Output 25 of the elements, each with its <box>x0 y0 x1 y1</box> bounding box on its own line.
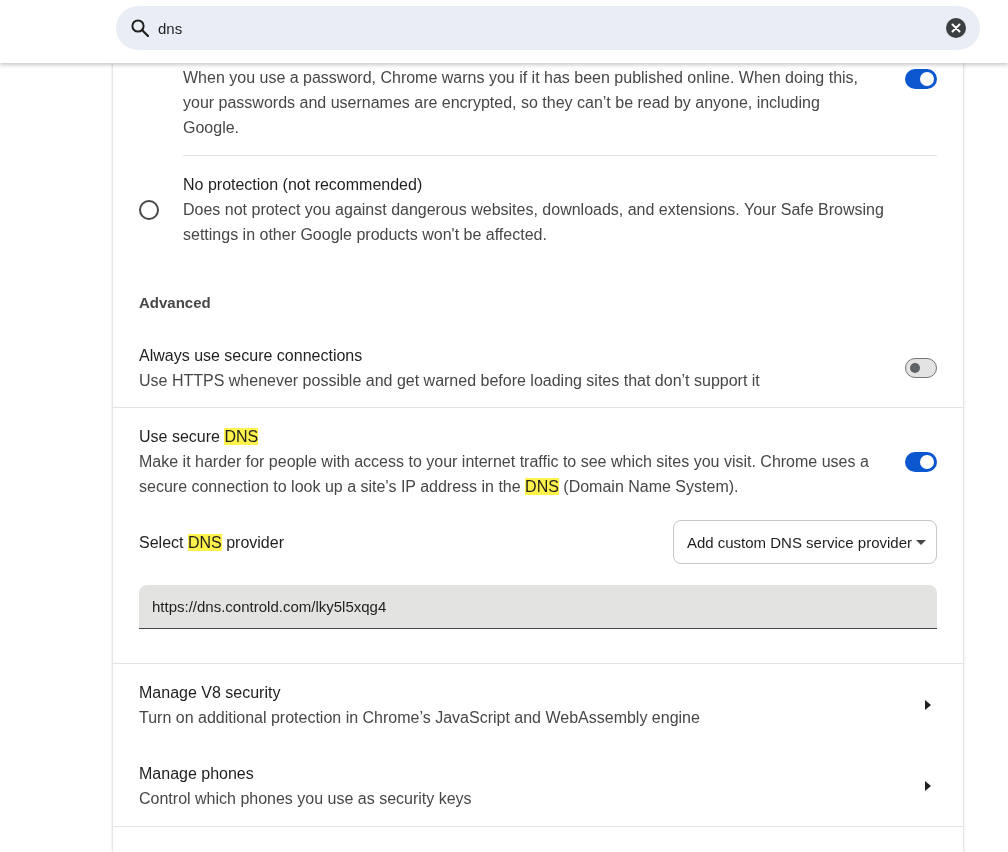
search-icon <box>131 19 149 37</box>
setting-description: Use HTTPS whenever possible and get warned before loading sites that don’t support it <box>139 371 761 391</box>
caret-right-icon[interactable] <box>925 700 931 710</box>
select-label: Select DNS provider <box>139 532 284 553</box>
setting-title[interactable]: Manage phones <box>139 761 895 786</box>
setting-title[interactable]: Manage V8 security <box>139 680 895 705</box>
dns-provider-dropdown[interactable]: Add custom DNS service provider <box>672 520 937 564</box>
toggle-switch[interactable] <box>905 358 937 378</box>
setting-title: Use secure DNS <box>139 427 260 447</box>
radio-button[interactable] <box>139 199 159 220</box>
url-input-field[interactable]: https://dns.controld.com/lky5l5xqg4 <box>139 585 937 629</box>
caret-right-icon[interactable] <box>925 781 931 791</box>
setting-description: When you use a password, Chrome warns you if it has been published online. When doing this, your passwords and usernames are encrypted, so they can’t be read by anyone, including Google. <box>183 68 860 138</box>
option-description: Does not protect you against dangerous websites, downloads, and extensions. Your Safe Browsing settings in other Google products won't be affected. <box>183 200 885 245</box>
setting-description: Make it harder for people with access to your internet traffic to see which sites you visit. Chrome uses a secure connection to look up a site's IP address in the DNS (Domain Name System). <box>139 452 870 497</box>
toggle-switch[interactable] <box>905 451 937 472</box>
close-icon[interactable] <box>946 18 966 38</box>
toggle-switch[interactable] <box>905 69 937 89</box>
option-title: No protection (not recommended) <box>183 175 424 195</box>
setting-description: Turn on additional protection in Chrome’s JavaScript and WebAssembly engine <box>139 708 701 728</box>
dropdown-caret-icon <box>916 539 926 545</box>
setting-description: Control which phones you use as security keys <box>139 789 473 809</box>
setting-title: Always use secure connections <box>139 346 364 366</box>
search-field[interactable]: dns <box>116 6 980 50</box>
section-heading: Advanced <box>138 293 212 313</box>
